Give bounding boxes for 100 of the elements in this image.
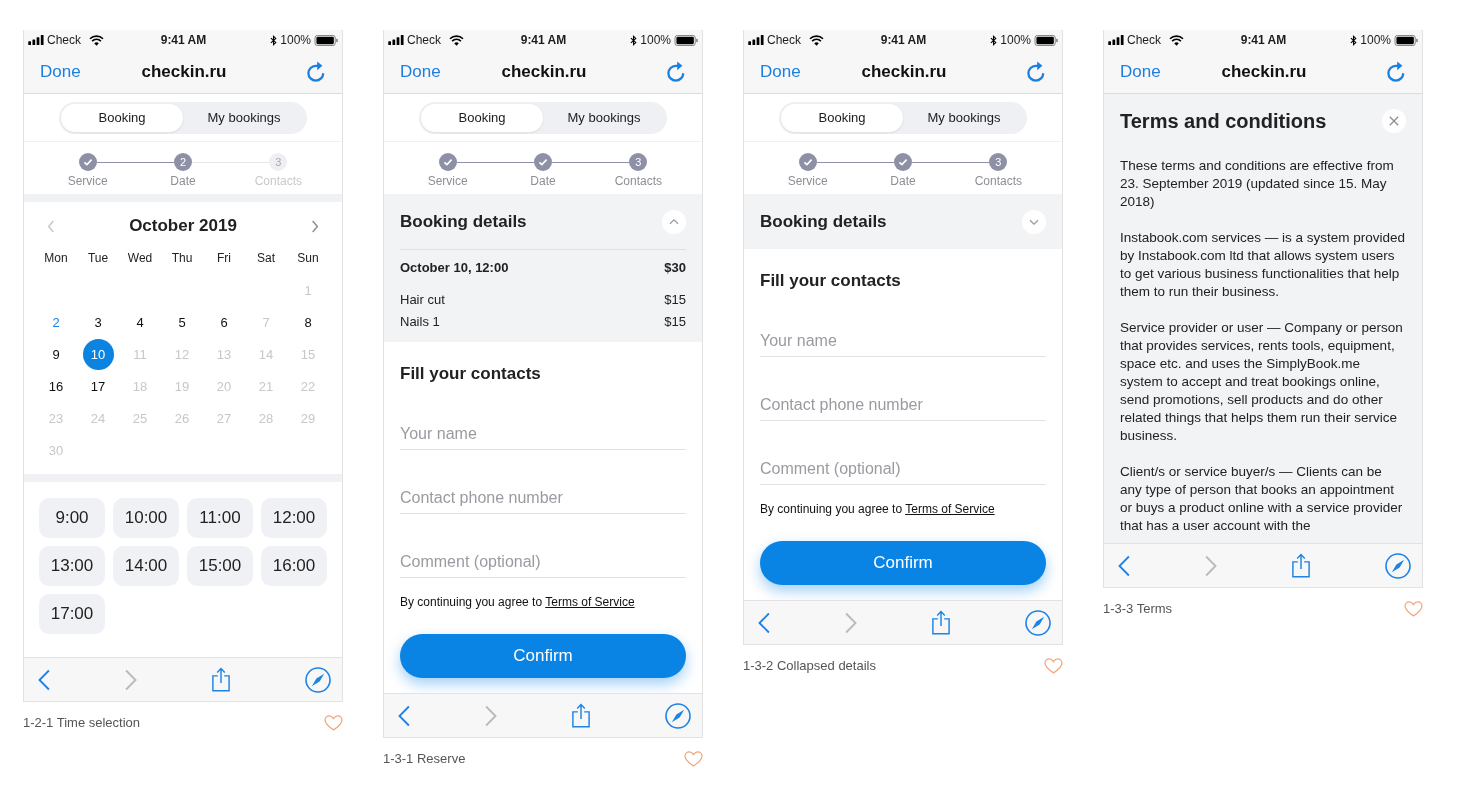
terms-link[interactable]: Terms of Service (545, 595, 635, 609)
month-title: October 2019 (128, 215, 238, 237)
segment-tab[interactable]: My bookings (183, 103, 305, 132)
share-icon[interactable] (1292, 553, 1310, 578)
step-label: Contacts (614, 173, 662, 189)
agreement-text: By continuing you agree to Terms of Service (400, 594, 636, 610)
section-title: Fill your contacts (760, 270, 902, 292)
wifi-icon (809, 34, 824, 46)
booking-total: $30 (664, 259, 686, 275)
time-slot[interactable]: 9:00 (39, 498, 105, 538)
time-slot[interactable]: 16:00 (261, 546, 327, 586)
signal-icon (748, 35, 764, 45)
weekday-label: Sun (296, 250, 320, 267)
calendar-day[interactable]: 5 (166, 306, 198, 338)
signal-icon (1108, 35, 1124, 45)
calendar-day[interactable]: 4 (124, 306, 156, 338)
section-title: Fill your contacts (400, 363, 542, 385)
chevron-left-icon[interactable] (758, 611, 770, 634)
heart-icon[interactable] (1044, 658, 1063, 674)
calendar-day[interactable]: 2 (40, 306, 72, 338)
time-slot[interactable]: 12:00 (261, 498, 327, 538)
confirm-button[interactable]: Confirm (760, 541, 1046, 585)
time-slot[interactable]: 15:00 (187, 546, 253, 586)
done-button[interactable]: Done (400, 60, 441, 83)
heart-icon[interactable] (684, 751, 703, 767)
step-label: Date (170, 173, 196, 189)
step-label: Date (530, 173, 556, 189)
agreement-text: By continuing you agree to Terms of Service (760, 501, 996, 517)
step-label: Service (787, 173, 828, 189)
section-title: Booking details (760, 210, 887, 233)
segment-tab[interactable]: Booking (781, 103, 903, 132)
weekday-label: Tue (86, 250, 110, 267)
bluetooth-icon (1350, 34, 1358, 46)
chevron-left-icon[interactable] (398, 704, 410, 727)
done-button[interactable]: Done (760, 60, 801, 83)
input-field[interactable]: Comment (optional) (760, 453, 1046, 485)
done-button[interactable]: Done (40, 60, 81, 83)
compass-icon[interactable] (1025, 609, 1051, 636)
calendar-day[interactable]: 8 (292, 306, 324, 338)
calendar-day[interactable]: 17 (82, 370, 114, 402)
chevron-left-icon[interactable] (38, 668, 50, 691)
compass-icon[interactable] (1385, 552, 1411, 579)
battery-icon (1034, 34, 1059, 46)
service-name: Hair cut (400, 291, 445, 307)
step-number: 3 (989, 153, 1008, 171)
input-field[interactable]: Your name (760, 325, 1046, 357)
weekday-label: Sat (256, 250, 276, 267)
battery-icon (314, 34, 339, 46)
calendar-day[interactable]: 9 (40, 338, 72, 370)
page-title: checkin.ru (1221, 60, 1307, 83)
segment-tab[interactable]: My bookings (543, 103, 665, 132)
section-title: Booking details (400, 210, 527, 233)
compass-icon[interactable] (665, 702, 691, 729)
signal-icon (388, 35, 404, 45)
screen-caption: 1-3-2 Collapsed details (743, 657, 876, 675)
service-name: Nails 1 (400, 313, 440, 329)
terms-paragraph: These terms and conditions are effective from 23. September 2019 (updated since 15. May 2018) (1120, 157, 1395, 211)
compass-icon[interactable] (305, 666, 331, 693)
heart-icon[interactable] (1404, 601, 1423, 617)
input-field[interactable]: Contact phone number (760, 389, 1046, 421)
battery-percent: 100% (640, 33, 671, 47)
bluetooth-icon (270, 34, 278, 46)
terms-link[interactable]: Terms of Service (905, 502, 995, 516)
bluetooth-icon (990, 34, 998, 46)
share-icon[interactable] (212, 667, 230, 692)
step-number: 2 (174, 153, 192, 171)
chevron-left-icon[interactable] (1118, 554, 1130, 577)
weekday-label: Thu (170, 250, 194, 267)
share-icon[interactable] (932, 610, 950, 635)
time-slot[interactable]: 14:00 (113, 546, 179, 586)
bluetooth-icon (630, 34, 638, 46)
time-slot[interactable]: 17:00 (39, 594, 105, 634)
segment-tab[interactable]: Booking (421, 103, 543, 132)
service-price: $15 (664, 313, 686, 329)
calendar-day[interactable]: 3 (82, 306, 114, 338)
input-field[interactable]: Comment (optional) (400, 546, 686, 578)
segment-tab[interactable]: Booking (61, 103, 183, 132)
heart-icon[interactable] (324, 715, 343, 731)
time-slot[interactable]: 10:00 (113, 498, 179, 538)
wifi-icon (1169, 34, 1184, 46)
calendar-day[interactable]: 6 (208, 306, 240, 338)
share-icon[interactable] (572, 703, 590, 728)
booking-datetime: October 10, 12:00 (400, 259, 509, 275)
battery-icon (674, 34, 699, 46)
time-slot[interactable]: 11:00 (187, 498, 253, 538)
confirm-button[interactable]: Confirm (400, 634, 686, 678)
calendar-day[interactable]: 10 (82, 338, 114, 370)
status-time: 9:41 AM (1240, 33, 1287, 47)
time-slot[interactable]: 13:00 (39, 546, 105, 586)
carrier-name: Check (767, 33, 801, 47)
input-field[interactable]: Contact phone number (400, 482, 686, 514)
segment-tab[interactable]: My bookings (903, 103, 1025, 132)
calendar-day[interactable]: 16 (40, 370, 72, 402)
close-icon[interactable] (1382, 109, 1406, 133)
chevron-right-icon[interactable] (311, 219, 319, 233)
input-field[interactable]: Your name (400, 418, 686, 450)
battery-percent: 100% (280, 33, 311, 47)
signal-icon (28, 35, 44, 45)
terms-paragraph: Service provider or user — Company or person that provides services, rents tools, equipment, space etc. and uses the SimplyBook.me system to accept and treat bookings online, send promotions, sell products and do other related things that helps them run their service business. (1120, 319, 1404, 445)
done-button[interactable]: Done (1120, 60, 1161, 83)
